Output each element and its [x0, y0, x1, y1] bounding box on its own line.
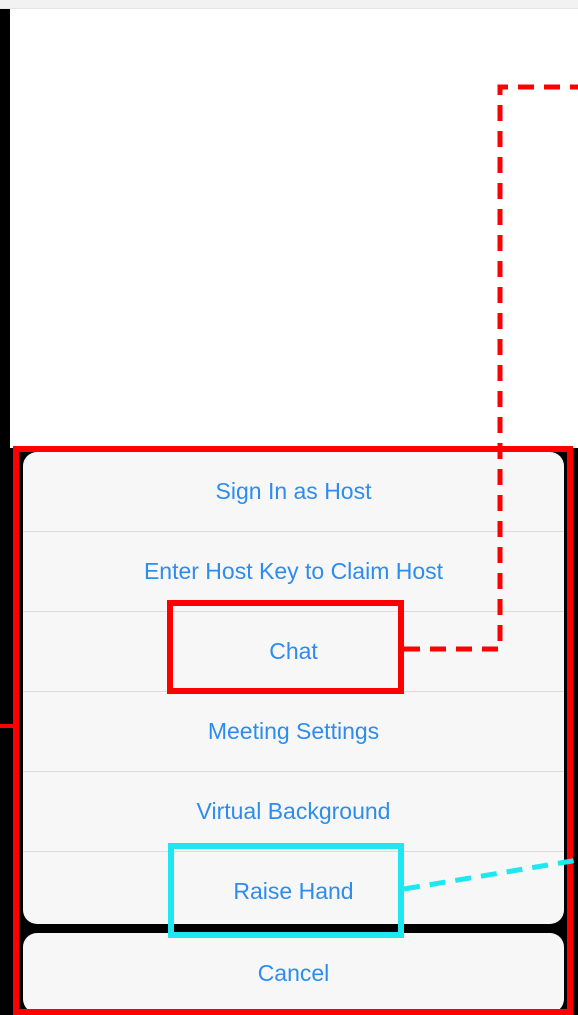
dimmed-edge: [0, 9, 10, 1015]
toolbar-item-participants[interactable]: Participants: [400, 1003, 457, 1015]
toolbar-item-start-video[interactable]: Start Video: [147, 1003, 201, 1015]
sign-in-as-host-button[interactable]: Sign In as Host: [23, 452, 564, 532]
chat-button[interactable]: Chat: [23, 612, 564, 692]
top-status-bar: [0, 0, 578, 9]
toolbar-item-share-content[interactable]: Share Content: [265, 1003, 336, 1015]
raise-hand-button[interactable]: Raise Hand: [23, 852, 564, 924]
cancel-button[interactable]: Cancel: [23, 933, 564, 1013]
action-sheet: Sign In as Host Enter Host Key to Claim …: [23, 452, 564, 924]
enter-host-key-button[interactable]: Enter Host Key to Claim Host: [23, 532, 564, 612]
bottom-toolbar: Un Mute Start Video Share Content Partic…: [10, 1003, 578, 1015]
virtual-background-button[interactable]: Virtual Background: [23, 772, 564, 852]
meeting-settings-button[interactable]: Meeting Settings: [23, 692, 564, 772]
toolbar-item-unmute[interactable]: Un Mute: [42, 1003, 84, 1015]
toolbar-item-more[interactable]: More: [521, 1003, 546, 1015]
